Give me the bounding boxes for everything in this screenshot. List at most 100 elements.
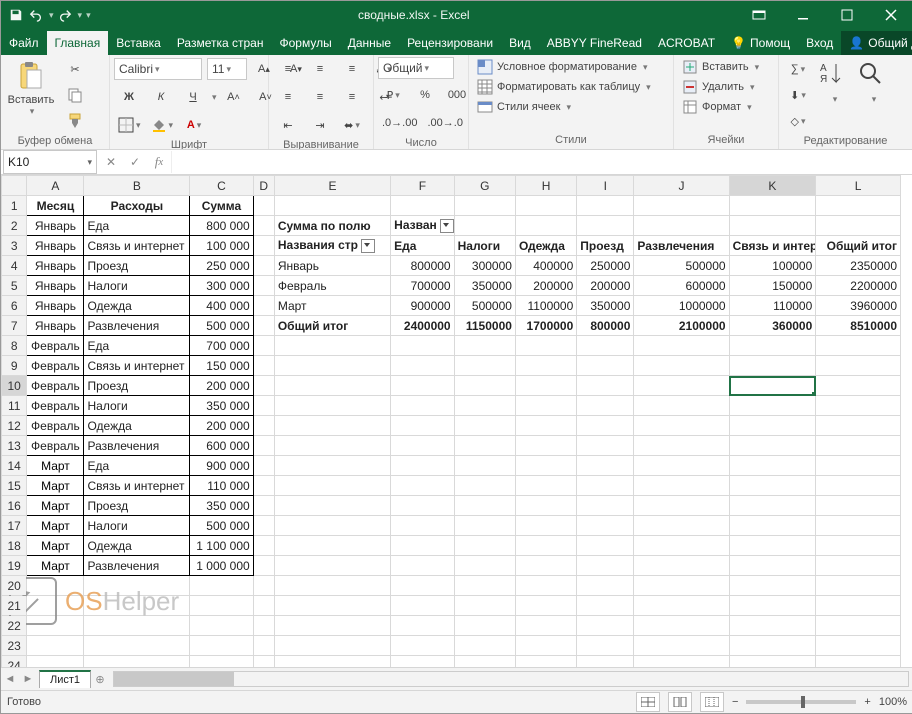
- cell-B15[interactable]: Связь и интернет: [84, 476, 190, 496]
- cell-C1[interactable]: Сумма: [190, 196, 253, 216]
- cell-G5[interactable]: 350000: [454, 276, 515, 296]
- cell-J19[interactable]: [634, 556, 729, 576]
- cell-H16[interactable]: [515, 496, 576, 516]
- row-header-20[interactable]: 20: [2, 576, 27, 596]
- cell-I20[interactable]: [577, 576, 634, 596]
- cell-L23[interactable]: [816, 636, 901, 656]
- cell-F22[interactable]: [391, 616, 454, 636]
- cell-L13[interactable]: [816, 436, 901, 456]
- undo-dropdown-icon[interactable]: ▾: [49, 10, 54, 21]
- cell-E14[interactable]: [274, 456, 390, 476]
- cell-C5[interactable]: 300 000: [190, 276, 253, 296]
- cell-H3[interactable]: Одежда: [515, 236, 576, 256]
- redo-icon[interactable]: [56, 6, 74, 24]
- cell-A1[interactable]: Месяц: [27, 196, 84, 216]
- redo-dropdown-icon[interactable]: ▾: [78, 10, 83, 21]
- percent-button[interactable]: %: [410, 83, 440, 107]
- cell-I12[interactable]: [577, 416, 634, 436]
- cell-H8[interactable]: [515, 336, 576, 356]
- cell-B2[interactable]: Еда: [84, 216, 190, 236]
- cell-A21[interactable]: [27, 596, 84, 616]
- col-header-F[interactable]: F: [391, 176, 454, 196]
- cell-J14[interactable]: [634, 456, 729, 476]
- tab-home[interactable]: Главная: [47, 31, 109, 55]
- cell-L5[interactable]: 2200000: [816, 276, 901, 296]
- name-box[interactable]: K10▾: [3, 150, 97, 174]
- cell-E7[interactable]: Общий итог: [274, 316, 390, 336]
- cell-I13[interactable]: [577, 436, 634, 456]
- cell-G24[interactable]: [454, 656, 515, 668]
- cell-C7[interactable]: 500 000: [190, 316, 253, 336]
- new-sheet-button[interactable]: ⊕: [91, 673, 109, 686]
- cell-K12[interactable]: [729, 416, 816, 436]
- cell-J13[interactable]: [634, 436, 729, 456]
- autosum-button[interactable]: ∑▾: [783, 57, 813, 81]
- cell-A20[interactable]: [27, 576, 84, 596]
- page-layout-view-button[interactable]: [668, 692, 692, 712]
- cell-B11[interactable]: Налоги: [84, 396, 190, 416]
- cell-C21[interactable]: [190, 596, 253, 616]
- increase-decimal-button[interactable]: .0→.00: [378, 111, 421, 135]
- zoom-slider[interactable]: [746, 700, 856, 704]
- cell-F6[interactable]: 900000: [391, 296, 454, 316]
- cell-J7[interactable]: 2100000: [634, 316, 729, 336]
- sheet-tab-active[interactable]: Лист1: [39, 670, 91, 688]
- cell-H11[interactable]: [515, 396, 576, 416]
- cell-F4[interactable]: 800000: [391, 256, 454, 276]
- format-painter-button[interactable]: [60, 109, 90, 133]
- row-header-18[interactable]: 18: [2, 536, 27, 556]
- cell-C13[interactable]: 600 000: [190, 436, 253, 456]
- cell-H20[interactable]: [515, 576, 576, 596]
- cell-L20[interactable]: [816, 576, 901, 596]
- cell-C15[interactable]: 110 000: [190, 476, 253, 496]
- cell-D12[interactable]: [253, 416, 274, 436]
- row-header-3[interactable]: 3: [2, 236, 27, 256]
- cell-E16[interactable]: [274, 496, 390, 516]
- bold-button[interactable]: Ж: [114, 85, 144, 109]
- cell-L24[interactable]: [816, 656, 901, 668]
- underline-button[interactable]: Ч: [178, 85, 208, 109]
- cell-I6[interactable]: 350000: [577, 296, 634, 316]
- cell-J21[interactable]: [634, 596, 729, 616]
- horizontal-scrollbar[interactable]: [113, 671, 909, 687]
- insert-function-button[interactable]: fx: [147, 151, 171, 173]
- cell-C12[interactable]: 200 000: [190, 416, 253, 436]
- cell-K18[interactable]: [729, 536, 816, 556]
- cell-F9[interactable]: [391, 356, 454, 376]
- cell-A13[interactable]: Февраль: [27, 436, 84, 456]
- cell-G7[interactable]: 1150000: [454, 316, 515, 336]
- increase-fontsize-button[interactable]: A˄: [219, 85, 249, 109]
- cell-D19[interactable]: [253, 556, 274, 576]
- cell-C17[interactable]: 500 000: [190, 516, 253, 536]
- cell-A8[interactable]: Февраль: [27, 336, 84, 356]
- col-header-B[interactable]: B: [84, 176, 190, 196]
- pivot-col-filter[interactable]: [440, 219, 454, 233]
- cell-H17[interactable]: [515, 516, 576, 536]
- decrease-indent-button[interactable]: ⇤: [273, 113, 303, 137]
- cell-L3[interactable]: Общий итог: [816, 236, 901, 256]
- formula-input[interactable]: [171, 151, 912, 173]
- cell-C16[interactable]: 350 000: [190, 496, 253, 516]
- cell-F5[interactable]: 700000: [391, 276, 454, 296]
- cell-F17[interactable]: [391, 516, 454, 536]
- cell-J6[interactable]: 1000000: [634, 296, 729, 316]
- cancel-formula-button[interactable]: ✕: [99, 151, 123, 173]
- sheet-prev-button[interactable]: ◄: [1, 673, 19, 685]
- row-header-16[interactable]: 16: [2, 496, 27, 516]
- cell-E13[interactable]: [274, 436, 390, 456]
- cell-K2[interactable]: [729, 216, 816, 236]
- row-header-8[interactable]: 8: [2, 336, 27, 356]
- cell-I7[interactable]: 800000: [577, 316, 634, 336]
- cell-I19[interactable]: [577, 556, 634, 576]
- comma-button[interactable]: 000: [442, 83, 472, 107]
- col-header-A[interactable]: A: [27, 176, 84, 196]
- tab-view[interactable]: Вид: [501, 31, 539, 55]
- cell-J10[interactable]: [634, 376, 729, 396]
- cell-L8[interactable]: [816, 336, 901, 356]
- cell-K3[interactable]: Связь и интер: [729, 236, 816, 256]
- cell-G9[interactable]: [454, 356, 515, 376]
- row-header-9[interactable]: 9: [2, 356, 27, 376]
- cell-B1[interactable]: Расходы: [84, 196, 190, 216]
- cell-L1[interactable]: [816, 196, 901, 216]
- cell-I21[interactable]: [577, 596, 634, 616]
